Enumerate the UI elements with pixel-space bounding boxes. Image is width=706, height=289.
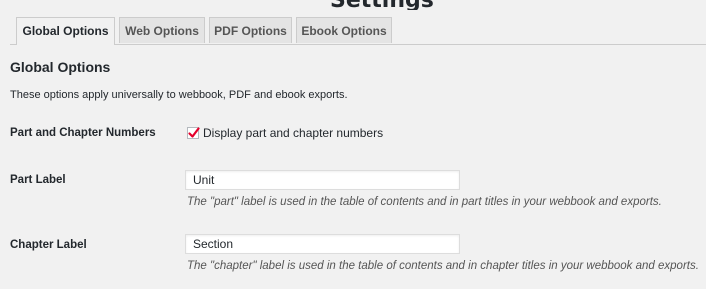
chapter-label-input[interactable]: Section (185, 234, 460, 254)
tab-global-options[interactable]: Global Options (16, 17, 115, 45)
checkmark-icon (188, 127, 200, 138)
part-chapter-numbers-checkbox[interactable] (187, 127, 200, 139)
page-heading-cut: Settings (330, 0, 434, 10)
part-label-input[interactable]: Unit (185, 170, 460, 190)
part-label-label: Part Label (10, 174, 66, 186)
part-chapter-numbers-checkbox-label[interactable]: Display part and chapter numbers (203, 126, 383, 140)
tab-web-options[interactable]: Web Options (119, 17, 205, 43)
options-tabs: Global Options Web Options PDF Options E… (10, 17, 706, 45)
cropped-page-heading: Settings (0, 0, 706, 10)
part-label-help: The "part" label is used in the table of… (187, 196, 662, 208)
chapter-label-help: The "chapter" label is used in the table… (187, 260, 699, 272)
part-chapter-numbers-option[interactable]: Display part and chapter numbers (187, 126, 383, 140)
part-chapter-numbers-label: Part and Chapter Numbers (10, 127, 156, 139)
section-description: These options apply universally to webbo… (10, 89, 348, 101)
tab-pdf-options[interactable]: PDF Options (209, 17, 292, 43)
section-title: Global Options (10, 59, 111, 75)
chapter-label-label: Chapter Label (10, 239, 87, 251)
tab-ebook-options[interactable]: Ebook Options (296, 17, 392, 43)
